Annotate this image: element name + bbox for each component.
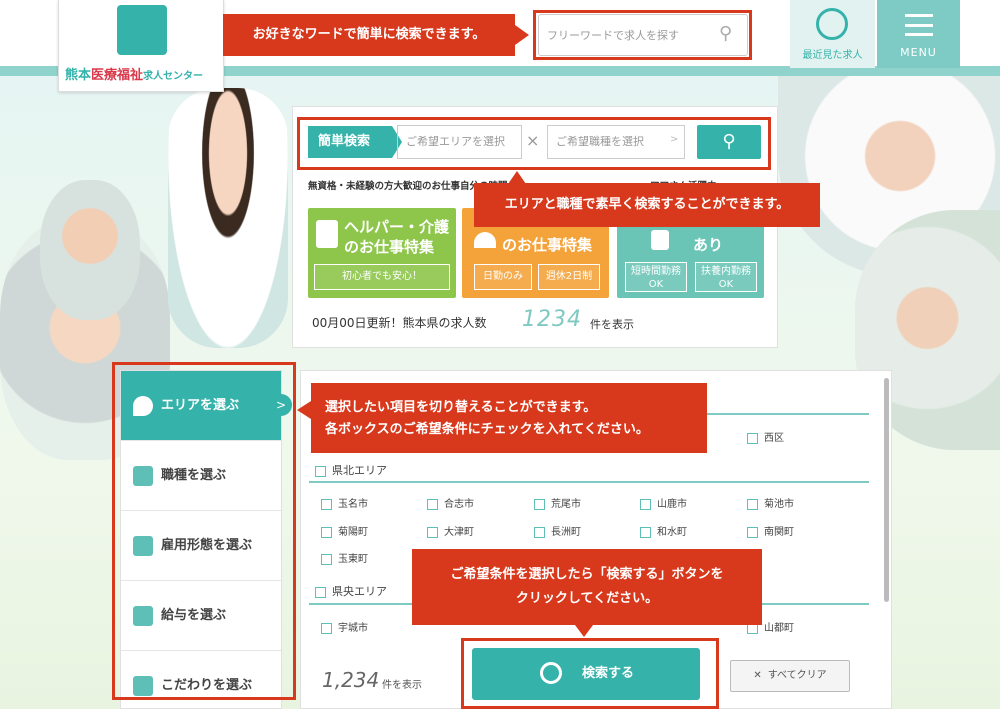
callout-search-button: ご希望条件を選択したら「検索する」ボタンを クリックしてください。 — [412, 549, 762, 625]
list-scrollbar[interactable] — [884, 378, 889, 602]
photo-nurse — [168, 88, 288, 348]
callout-pointer — [515, 25, 529, 45]
feature-helper-care[interactable]: ヘルパー・介護 のお仕事特集 初心者でも安心！ — [308, 208, 456, 298]
city-checkbox[interactable]: 大津町 — [427, 523, 474, 538]
history-icon — [816, 8, 848, 40]
close-icon: ✕ — [753, 670, 762, 681]
photo-smiling-man — [40, 180, 140, 320]
checkbox-icon — [315, 465, 326, 477]
menu-label: MENU — [900, 46, 937, 59]
feature-tag: 日勤のみ — [474, 264, 532, 290]
city-checkbox[interactable]: 南関町 — [747, 523, 794, 538]
feature-caption: 無資格・未経験の方大歓迎のお仕事 — [308, 181, 461, 192]
city-checkbox[interactable]: 西区 — [747, 429, 784, 444]
update-text: 00月00日更新！熊本県の求人数 — [312, 316, 487, 330]
city-checkbox[interactable]: 合志市 — [427, 495, 474, 510]
clear-all-button[interactable]: ✕ すべてクリア — [730, 660, 850, 692]
hamburger-icon — [905, 14, 933, 36]
highlight-box-freeword — [533, 10, 752, 60]
callout-pointer — [508, 171, 526, 184]
feature-subtitle: あり — [693, 236, 724, 254]
result-unit: 件を表示 — [382, 680, 422, 691]
logo-text: 熊本医療福祉求人センター — [65, 68, 204, 83]
region-checkbox-north[interactable]: 県北エリア — [315, 462, 387, 478]
feature-subtitle: のお仕事特集 — [502, 236, 593, 254]
city-checkbox[interactable]: 玉名市 — [321, 495, 368, 510]
recent-jobs-label: 最近見た求人 — [802, 50, 863, 61]
city-checkbox[interactable]: 荒尾市 — [534, 495, 581, 510]
logo-mark-icon — [117, 5, 167, 55]
city-checkbox[interactable]: 菊池市 — [747, 495, 794, 510]
highlight-box-quick-search — [297, 117, 771, 170]
feature-tag: 扶養内勤務OK — [695, 262, 757, 292]
job-count-unit: 件を表示 — [590, 318, 634, 331]
highlight-box-sidebar — [112, 362, 296, 700]
region-divider — [309, 481, 869, 483]
clear-all-label: すべてクリア — [767, 670, 827, 681]
feature-tag: 週休2日制 — [538, 264, 600, 290]
highlight-box-search-button — [461, 638, 719, 709]
callout-freeword: お好きなワードで簡単に検索できます。 — [223, 14, 515, 56]
callout-quick-search: エリアと職種で素早く検索することができます。 — [474, 183, 820, 227]
recent-jobs-button[interactable]: 最近見た求人 — [790, 0, 875, 68]
city-checkbox[interactable]: 長洲町 — [534, 523, 581, 538]
parent-child-icon — [651, 230, 669, 250]
feature-tag: 短時間勤務OK — [625, 262, 687, 292]
city-checkbox[interactable]: 菊陽町 — [321, 523, 368, 538]
city-checkbox[interactable]: 山鹿市 — [640, 495, 687, 510]
callout-pointer — [297, 401, 311, 419]
feature-title: ヘルパー・介護 — [344, 218, 450, 236]
result-count: 1,234 — [322, 668, 380, 692]
city-checkbox[interactable]: 玉東町 — [321, 550, 368, 565]
callout-sidebar: 選択したい項目を切り替えることができます。 各ボックスのご希望条件にチェックを入れ… — [311, 383, 707, 453]
region-checkbox-central[interactable]: 県央エリア — [315, 583, 387, 599]
city-checkbox[interactable]: 宇城市 — [321, 619, 368, 634]
site-logo[interactable]: 熊本医療福祉求人センター — [58, 0, 224, 92]
feature-tag: 初心者でも安心！ — [314, 264, 450, 290]
shield-icon — [316, 220, 338, 248]
checkbox-icon — [315, 586, 326, 598]
callout-pointer — [575, 625, 593, 637]
city-checkbox[interactable]: 和水町 — [640, 523, 687, 538]
feature-subtitle: のお仕事特集 — [344, 238, 435, 256]
person-icon — [474, 232, 496, 248]
job-count: 1234 — [522, 307, 582, 332]
checkbox-icon — [747, 432, 758, 444]
menu-button[interactable]: MENU — [877, 0, 960, 68]
